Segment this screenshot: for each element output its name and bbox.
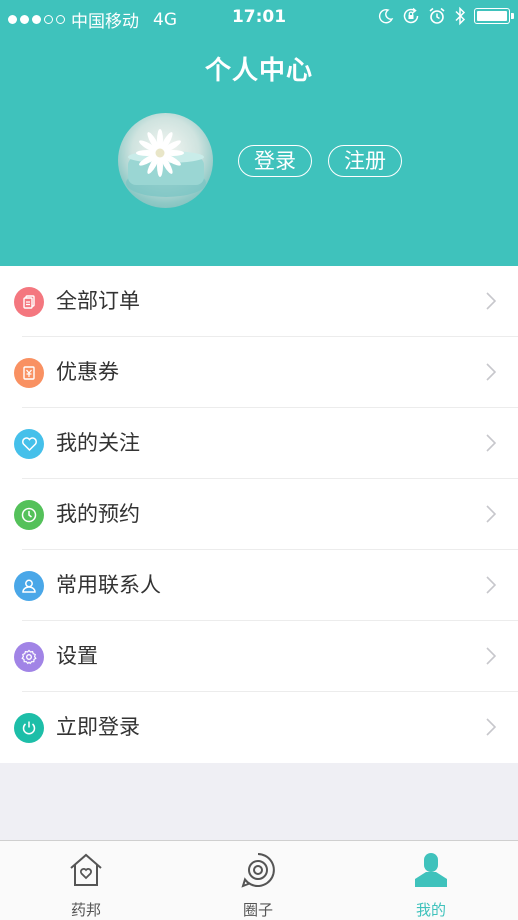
menu-item-settings[interactable]: 设置: [0, 621, 518, 692]
menu-item-coupons[interactable]: 优惠券: [0, 337, 518, 408]
avatar[interactable]: [118, 113, 213, 208]
home-heart-icon: [70, 853, 102, 886]
tab-label: 药邦: [70, 901, 101, 919]
tab-yaobang[interactable]: 药邦: [0, 841, 172, 920]
bottom-tab-bar: 药邦 圈子 我的: [0, 840, 518, 920]
contact-icon: [14, 571, 44, 601]
profile-header: 中国移动 4G 17:01 个人中心 登录 注册: [0, 0, 518, 266]
menu-item-label: 我的预约: [56, 502, 140, 526]
tab-circle[interactable]: 圈子: [172, 841, 344, 920]
rotation-lock-icon: [403, 7, 419, 24]
chevron-right-icon: [486, 576, 496, 594]
orders-icon: [14, 287, 44, 317]
menu-item-appointments[interactable]: 我的预约: [0, 479, 518, 550]
page-title: 个人中心: [204, 56, 313, 86]
alarm-icon: [429, 7, 445, 24]
login-button[interactable]: 登录: [238, 145, 312, 177]
status-bar: 中国移动 4G 17:01: [0, 0, 518, 36]
menu-item-following[interactable]: 我的关注: [0, 408, 518, 479]
register-button[interactable]: 注册: [328, 145, 402, 177]
profile-menu-list: 全部订单 优惠券 我的关注 我的预约 常用联系人 设置 立即登录: [0, 266, 518, 763]
person-icon: [415, 853, 447, 887]
chevron-right-icon: [486, 292, 496, 310]
chevron-right-icon: [486, 647, 496, 665]
menu-item-label: 常用联系人: [56, 573, 161, 597]
menu-item-label: 设置: [56, 644, 98, 668]
chevron-right-icon: [486, 505, 496, 523]
menu-item-all-orders[interactable]: 全部订单: [0, 266, 518, 337]
power-icon: [14, 713, 44, 743]
circle-target-icon: [241, 853, 275, 888]
avatar-flower-image: [126, 129, 206, 197]
clock-icon: [14, 500, 44, 530]
menu-item-login-now[interactable]: 立即登录: [0, 692, 518, 763]
tab-label: 圈子: [242, 901, 273, 919]
chevron-right-icon: [486, 718, 496, 736]
tab-mine[interactable]: 我的: [344, 841, 518, 920]
bluetooth-icon: [455, 6, 466, 26]
moon-icon: [378, 9, 394, 24]
tab-label: 我的: [415, 901, 446, 919]
menu-item-label: 我的关注: [56, 431, 140, 455]
menu-item-label: 全部订单: [56, 289, 140, 313]
chevron-right-icon: [486, 363, 496, 381]
menu-item-label: 优惠券: [56, 360, 119, 384]
gear-icon: [14, 642, 44, 672]
menu-item-contacts[interactable]: 常用联系人: [0, 550, 518, 621]
heart-icon: [14, 429, 44, 459]
chevron-right-icon: [486, 434, 496, 452]
coupon-icon: [14, 358, 44, 388]
battery-icon: [474, 8, 514, 24]
menu-item-label: 立即登录: [56, 715, 140, 739]
